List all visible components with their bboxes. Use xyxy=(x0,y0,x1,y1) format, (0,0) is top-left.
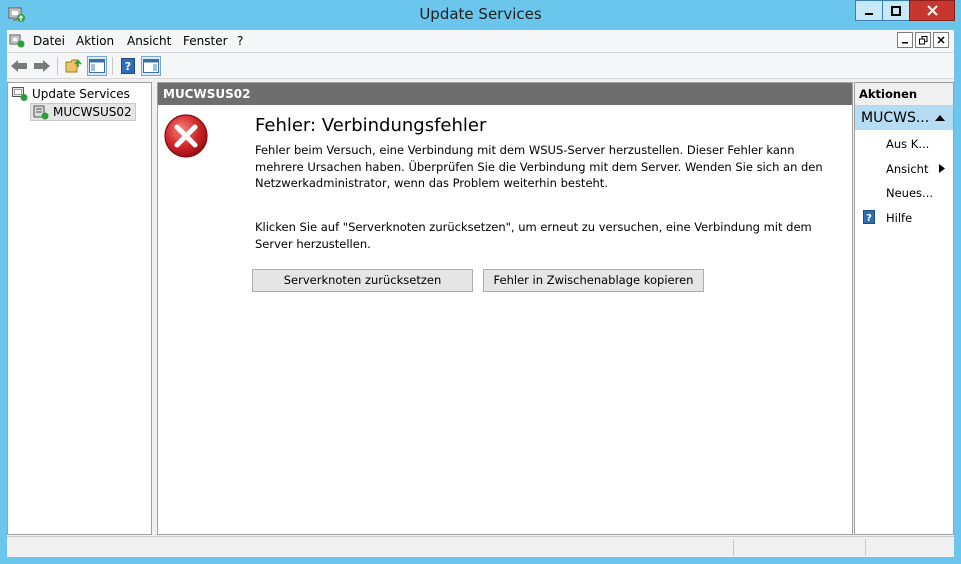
close-icon xyxy=(937,36,945,44)
up-level-button[interactable] xyxy=(64,56,84,76)
minimize-icon xyxy=(902,42,908,44)
show-hide-tree-button[interactable] xyxy=(87,56,107,76)
mmc-document-icon[interactable] xyxy=(9,33,25,49)
menu-ansicht[interactable]: Ansicht xyxy=(127,34,171,48)
toolbar-separator xyxy=(112,57,113,75)
menu-fenster[interactable]: Fenster xyxy=(183,34,228,48)
minimize-button[interactable] xyxy=(855,0,883,21)
pane-title: MUCWSUS02 xyxy=(163,87,251,101)
tree-item-server[interactable]: MUCWSUS02 xyxy=(30,103,136,121)
minimize-icon xyxy=(865,12,873,15)
submenu-arrow-icon xyxy=(939,164,945,173)
update-services-icon xyxy=(12,87,28,101)
collapse-up-icon xyxy=(935,115,945,121)
actions-pane: Aktionen MUCWS... Aus K... Ansicht Neues… xyxy=(854,82,954,535)
status-bar xyxy=(7,536,954,557)
action-pane-icon xyxy=(143,59,159,73)
server-icon xyxy=(33,105,49,120)
reset-server-node-button[interactable]: Serverknoten zurücksetzen xyxy=(252,269,473,292)
reset-hint: Klicken Sie auf "Serverknoten zurücksetz… xyxy=(255,220,812,251)
result-pane: MUCWSUS02 Fehler: Verbindungsfehler Fehl… xyxy=(157,82,853,535)
actions-header: Aktionen xyxy=(855,83,953,106)
close-button[interactable] xyxy=(909,0,955,21)
tree-item-update-services[interactable]: Update Services xyxy=(12,86,130,102)
action-help[interactable]: Hilfe xyxy=(886,211,912,225)
show-hide-action-pane-button[interactable] xyxy=(141,56,161,76)
actions-section-label: MUCWS... xyxy=(861,110,930,126)
console-tree-icon xyxy=(89,59,105,73)
forward-button[interactable] xyxy=(32,56,52,76)
title-bar[interactable]: Update Services xyxy=(0,0,961,30)
maximize-button[interactable] xyxy=(882,0,910,21)
menu-datei[interactable]: Datei xyxy=(33,34,65,48)
pane-header: MUCWSUS02 xyxy=(158,83,852,105)
arrow-right-icon xyxy=(34,60,50,72)
action-remove-console[interactable]: Aus K... xyxy=(886,137,929,151)
folder-up-icon xyxy=(65,59,82,73)
console-tree: Update Services MUCWSUS02 xyxy=(7,82,152,535)
status-divider xyxy=(733,539,734,556)
tree-child-label: MUCWSUS02 xyxy=(53,105,132,119)
arrow-left-icon xyxy=(11,60,27,72)
close-icon xyxy=(926,5,938,16)
tree-root-label: Update Services xyxy=(32,87,130,101)
copy-error-button[interactable]: Fehler in Zwischenablage kopieren xyxy=(483,269,704,292)
help-book-icon: ? xyxy=(121,58,135,74)
actions-title: Aktionen xyxy=(859,87,918,101)
back-button[interactable] xyxy=(9,56,29,76)
svg-text:?: ? xyxy=(125,60,131,73)
help-button[interactable]: ? xyxy=(118,56,138,76)
maximize-icon xyxy=(891,5,901,16)
window-title: Update Services xyxy=(419,5,542,23)
client-area: Datei Aktion Ansicht Fenster ? ? Update … xyxy=(7,30,954,557)
action-view[interactable]: Ansicht xyxy=(886,162,928,176)
error-description: Fehler beim Versuch, eine Verbindung mit… xyxy=(255,143,823,190)
app-window: Update Services Datei Aktion Ansicht Fen… xyxy=(0,0,961,564)
status-divider xyxy=(865,539,866,556)
action-new-window[interactable]: Neues... xyxy=(886,186,933,200)
menu-help[interactable]: ? xyxy=(237,34,243,48)
mdi-minimize-button[interactable] xyxy=(897,32,913,48)
error-title: Fehler: Verbindungsfehler xyxy=(255,115,487,136)
menu-bar: Datei Aktion Ansicht Fenster ? xyxy=(7,30,954,52)
help-book-icon: ? xyxy=(863,210,875,224)
toolbar-separator xyxy=(57,57,58,75)
actions-section-server[interactable]: MUCWS... xyxy=(855,106,953,130)
restore-icon xyxy=(918,35,927,44)
toolbar: ? xyxy=(7,52,954,79)
error-icon xyxy=(164,114,208,158)
mdi-close-button[interactable] xyxy=(933,32,949,48)
svg-text:?: ? xyxy=(866,213,872,224)
menu-aktion[interactable]: Aktion xyxy=(76,34,114,48)
mdi-restore-button[interactable] xyxy=(915,32,931,48)
